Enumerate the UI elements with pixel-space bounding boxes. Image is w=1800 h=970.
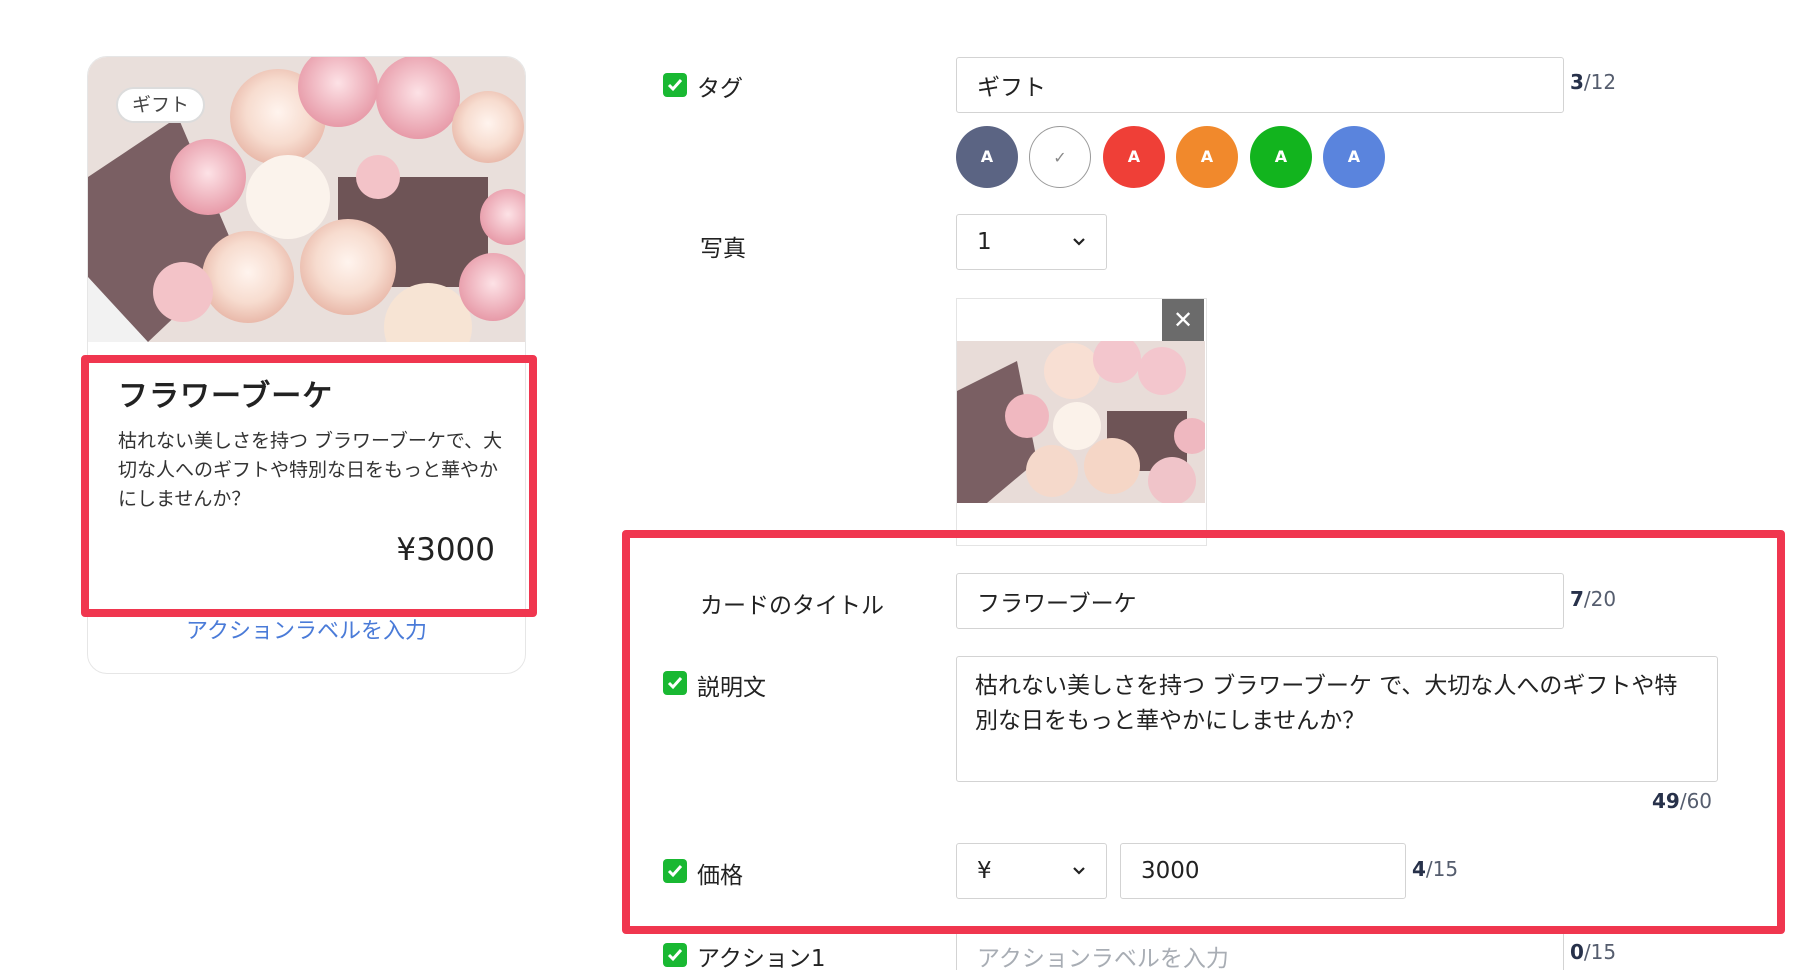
card-description: 枯れない美しさを持つ ブラワーブーケで、大切な人へのギフトや特別な日をもっと華や…: [118, 430, 503, 510]
card-title-counter: 7/20: [1570, 587, 1617, 611]
card-price: ¥3000: [396, 532, 495, 568]
card-title: フラワーブーケ: [118, 379, 334, 414]
card-title-input[interactable]: フラワーブーケ: [956, 573, 1564, 629]
check-icon: ✓: [1053, 148, 1067, 167]
price-checkbox[interactable]: [663, 859, 687, 883]
card-title-label: カードのタイトル: [700, 593, 884, 619]
price-counter: 4/15: [1412, 857, 1459, 881]
description-label: 説明文: [697, 675, 766, 701]
remove-photo-button[interactable]: ✕: [1162, 299, 1204, 341]
tag-label: タグ: [697, 76, 743, 102]
tag-checkbox[interactable]: [663, 73, 687, 97]
description-counter: 49/60: [1652, 789, 1713, 813]
tag-color-green[interactable]: A: [1250, 126, 1312, 188]
tag-color-blue[interactable]: A: [1323, 126, 1385, 188]
tag-color-navy[interactable]: A: [956, 126, 1018, 188]
price-label: 価格: [697, 863, 743, 889]
photo-count-select[interactable]: 1: [956, 214, 1107, 270]
currency-select[interactable]: ¥: [956, 843, 1107, 899]
description-checkbox[interactable]: [663, 671, 687, 695]
action1-label: アクション1: [697, 946, 826, 970]
photo-thumbnail-image: [957, 341, 1205, 503]
preview-card: ギフト フラワーブーケ 枯れない美しさを持つ ブラワーブーケで、大切な人へのギフ…: [87, 56, 526, 674]
tag-color-orange[interactable]: A: [1176, 126, 1238, 188]
card-tag: ギフト: [116, 87, 206, 123]
card-action-link[interactable]: アクションラベルを入力: [88, 613, 525, 645]
tag-color-white-selected[interactable]: ✓: [1029, 126, 1091, 188]
photo-thumbnail: ✕: [956, 298, 1207, 546]
chevron-down-icon: [1073, 867, 1085, 875]
chevron-down-icon: [1073, 238, 1085, 246]
action1-input[interactable]: アクションラベルを入力: [956, 928, 1564, 970]
tag-counter: 3/12: [1570, 70, 1617, 94]
action1-checkbox[interactable]: [663, 943, 687, 967]
photo-label: 写真: [700, 236, 746, 262]
price-input[interactable]: 3000: [1120, 843, 1406, 899]
action1-counter: 0/15: [1570, 940, 1617, 964]
description-textarea[interactable]: 枯れない美しさを持つ ブラワーブーケ で、大切な人へのギフトや特別な日をもっと華…: [956, 656, 1718, 782]
close-icon: ✕: [1172, 306, 1194, 334]
tag-color-red[interactable]: A: [1103, 126, 1165, 188]
tag-input[interactable]: ギフト: [956, 57, 1564, 113]
